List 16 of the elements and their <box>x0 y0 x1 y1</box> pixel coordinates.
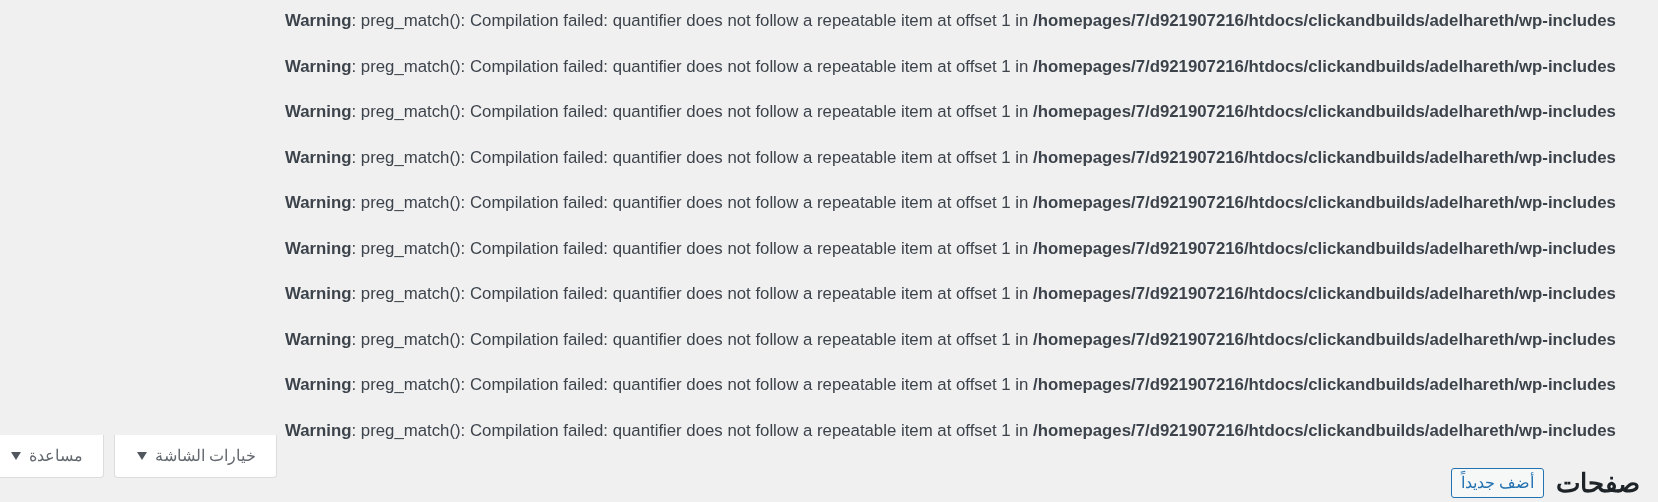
warning-message: Warning: preg_match(): Compilation failed: quantifier does not follow a repeatable item at offset 1 in /homepages/7/d921907216/htdocs/clickandbuilds/adelhareth/wp-includes <box>285 375 1616 395</box>
warning-message: Warning: preg_match(): Compilation failed: quantifier does not follow a repeatable item at offset 1 in /homepages/7/d921907216/htdocs/clickandbuilds/adelhareth/wp-includes <box>285 238 1616 259</box>
warning-message: Warning: preg_match(): Compilation failed: quantifier does not follow a repeatable item at offset 1 in /homepages/7/d921907216/htdocs/clickandbuilds/adelhareth/wp-includes <box>285 329 1616 350</box>
warning-message: Warning: preg_match(): Compilation failed: quantifier does not follow a repeatable item at offset 1 in /homepages/7/d921907216/htdocs/clickandbuilds/adelhareth/wp-includes <box>285 147 1616 168</box>
warning-message: Warning: preg_match(): Compilation failed: quantifier does not follow a repeatable item at offset 1 in /homepages/7/d921907216/htdocs/clickandbuilds/adelhareth/wp-includes <box>285 420 1616 441</box>
screen-meta-toggle[interactable]: خيارات الشاشة <box>114 434 278 478</box>
screen-meta-toggle[interactable]: مساعدة <box>0 434 104 478</box>
warning-message: Warning: preg_match(): Compilation failed: quantifier does not follow a repeatable item at offset 1 in /homepages/7/d921907216/htdocs/clickandbuilds/adelhareth/wp-includes <box>285 193 1616 213</box>
add-new-button[interactable]: أضف جديداً <box>1450 468 1544 498</box>
warning-message: Warning: preg_match(): Compilation failed: quantifier does not follow a repeatable item at offset 1 in /homepages/7/d921907216/htdocs/clickandbuilds/adelhareth/wp-includes <box>285 11 1616 31</box>
caret-down-icon <box>11 451 21 460</box>
warning-message: Warning: preg_match(): Compilation failed: quantifier does not follow a repeatable item at offset 1 in /homepages/7/d921907216/htdocs/clickandbuilds/adelhareth/wp-includes <box>285 284 1616 304</box>
page-title: صفحات <box>1556 467 1640 499</box>
warning-message: Warning: preg_match(): Compilation failed: quantifier does not follow a repeatable item at offset 1 in /homepages/7/d921907216/htdocs/clickandbuilds/adelhareth/wp-includes <box>285 56 1616 77</box>
warning-message: Warning: preg_match(): Compilation failed: quantifier does not follow a repeatable item at offset 1 in /homepages/7/d921907216/htdocs/clickandbuilds/adelhareth/wp-includes <box>285 102 1616 122</box>
caret-down-icon <box>137 451 147 460</box>
